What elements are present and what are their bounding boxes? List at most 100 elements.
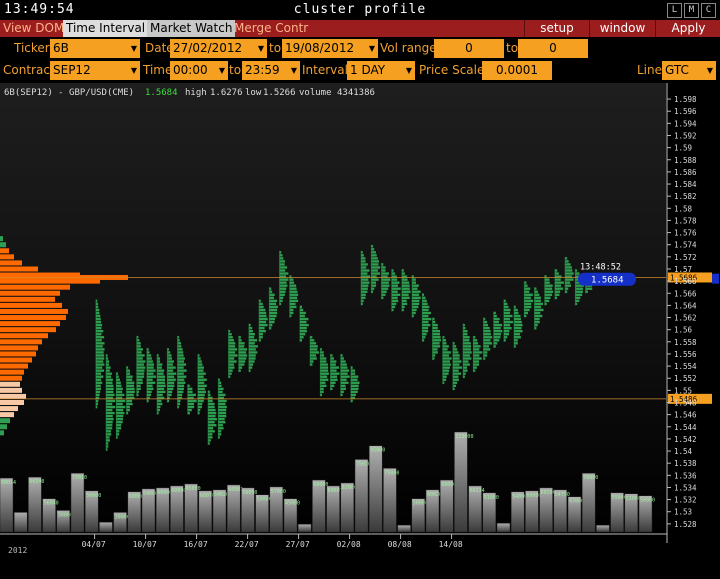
line-select[interactable]: GTC ▼ [662,61,716,80]
cluster-row [483,320,488,324]
cluster-row [116,381,121,384]
volume-bar [496,522,511,533]
y-tick-label: 1.576 [674,229,697,238]
y-axis: 1.598 1.596 1.594 1.592 1.59 1.588 1.586 1.584 1… [667,95,697,529]
cluster-row [228,339,235,342]
cluster-row [269,314,277,318]
cluster-row [534,299,541,303]
volume-value: 4341386 [337,88,375,98]
cluster-row [269,308,278,312]
date-from-field[interactable]: 27/02/2012 ▼ [170,39,267,58]
cluster-row [361,260,366,263]
year-label: 2012 [8,546,27,555]
cluster-row [96,333,102,336]
cluster-row [208,402,215,406]
cluster-row [300,311,306,315]
y-tick-label: 1.542 [674,435,697,444]
x-tick-label: 10/07 [133,540,157,549]
current-time-label: 13:48:52 [580,263,621,273]
cluster-row [106,427,113,430]
cluster-row [351,381,360,384]
vol-from-field[interactable]: 0 [434,39,504,58]
cluster-row [157,399,162,403]
cluster-row [320,393,322,397]
volume-bar-label: 54000 [512,494,527,500]
cluster-row [300,308,304,312]
setup-button[interactable]: setup [524,20,589,37]
price-scale-field[interactable]: 0.0001 [482,61,552,80]
cluster-row [167,366,176,369]
date-to-field[interactable]: 19/08/2012 ▼ [282,39,378,58]
cluster-row [96,387,101,391]
time-from-field[interactable]: 00:00 ▼ [170,61,228,80]
cluster-row [157,390,166,394]
menu-merge-contr[interactable]: Merge Contr [231,20,311,37]
cluster-row [279,272,289,275]
profile-row [0,399,24,405]
cluster-row [371,290,374,293]
apply-button[interactable]: Apply [655,20,720,37]
time-to-value: 23:59 [245,63,280,77]
y-tick-label: 1.544 [674,423,697,432]
cluster-row [300,336,304,339]
cluster-row [412,302,420,306]
cluster-row [453,375,459,378]
cluster-row [157,369,165,372]
chart-svg[interactable]: 60014 66540 56040 30000 77010 50000 30000 60000… [0,83,720,575]
cluster-row [106,378,113,381]
ticker-select[interactable]: 6B ▼ [50,39,140,58]
cluster-chart[interactable]: 60014 66540 56040 30000 77010 50000 30000 60000… [0,83,720,575]
cluster-row [483,345,489,348]
cluster-row [432,342,440,345]
date-to-value: 19/08/2012 [285,41,355,55]
cluster-row [177,336,180,339]
window-button-m[interactable]: M [684,3,699,18]
menu-market-watch[interactable]: Market Watch [147,20,236,37]
cluster-row [157,375,166,378]
cluster-row [371,254,377,257]
volume-bar [383,468,397,533]
cluster-row [463,333,468,336]
cluster-row [575,296,581,300]
volume-bar-label: 65000 [186,486,201,492]
window-menu-button[interactable]: window [589,20,655,37]
cluster-row [238,336,241,339]
cluster-row [371,269,378,272]
cluster-row [136,369,145,372]
x-tick-label: 16/07 [184,540,208,549]
cluster-row [96,308,100,312]
cluster-row [218,393,226,397]
cluster-row [289,296,298,300]
cluster-row [198,369,204,372]
menu-time-interval[interactable]: Time Interval [63,20,149,37]
cluster-row [116,375,119,378]
cluster-row [432,329,441,333]
cluster-row [524,281,527,284]
cluster-row [371,263,379,266]
cluster-row [96,402,99,406]
cluster-row [422,296,426,300]
time-to-field[interactable]: 23:59 ▼ [242,61,300,80]
cluster-row [391,302,397,306]
cluster-row [259,317,268,321]
profile-row [0,327,56,333]
cluster-row [453,357,460,360]
cluster-row [96,399,99,403]
window-button-l[interactable]: L [667,3,682,18]
cluster-row [442,348,448,351]
contract-select[interactable]: SEP12 ▼ [50,61,140,80]
cluster-row [279,263,285,266]
cluster-row [126,372,131,375]
cluster-row [289,284,297,287]
y-tick-label: 1.572 [674,253,697,262]
cluster-row [96,314,101,318]
cluster-row [249,366,253,369]
profile-row [0,236,3,242]
interval-select[interactable]: 1 DAY ▼ [347,61,415,80]
window-button-c[interactable]: C [701,3,716,18]
cluster-row [310,354,317,357]
cluster-row [463,360,469,363]
menu-view-dom[interactable]: View DOM [0,20,67,37]
volume-bar-label: 60070 [200,493,215,499]
vol-to-field[interactable]: 0 [518,39,588,58]
